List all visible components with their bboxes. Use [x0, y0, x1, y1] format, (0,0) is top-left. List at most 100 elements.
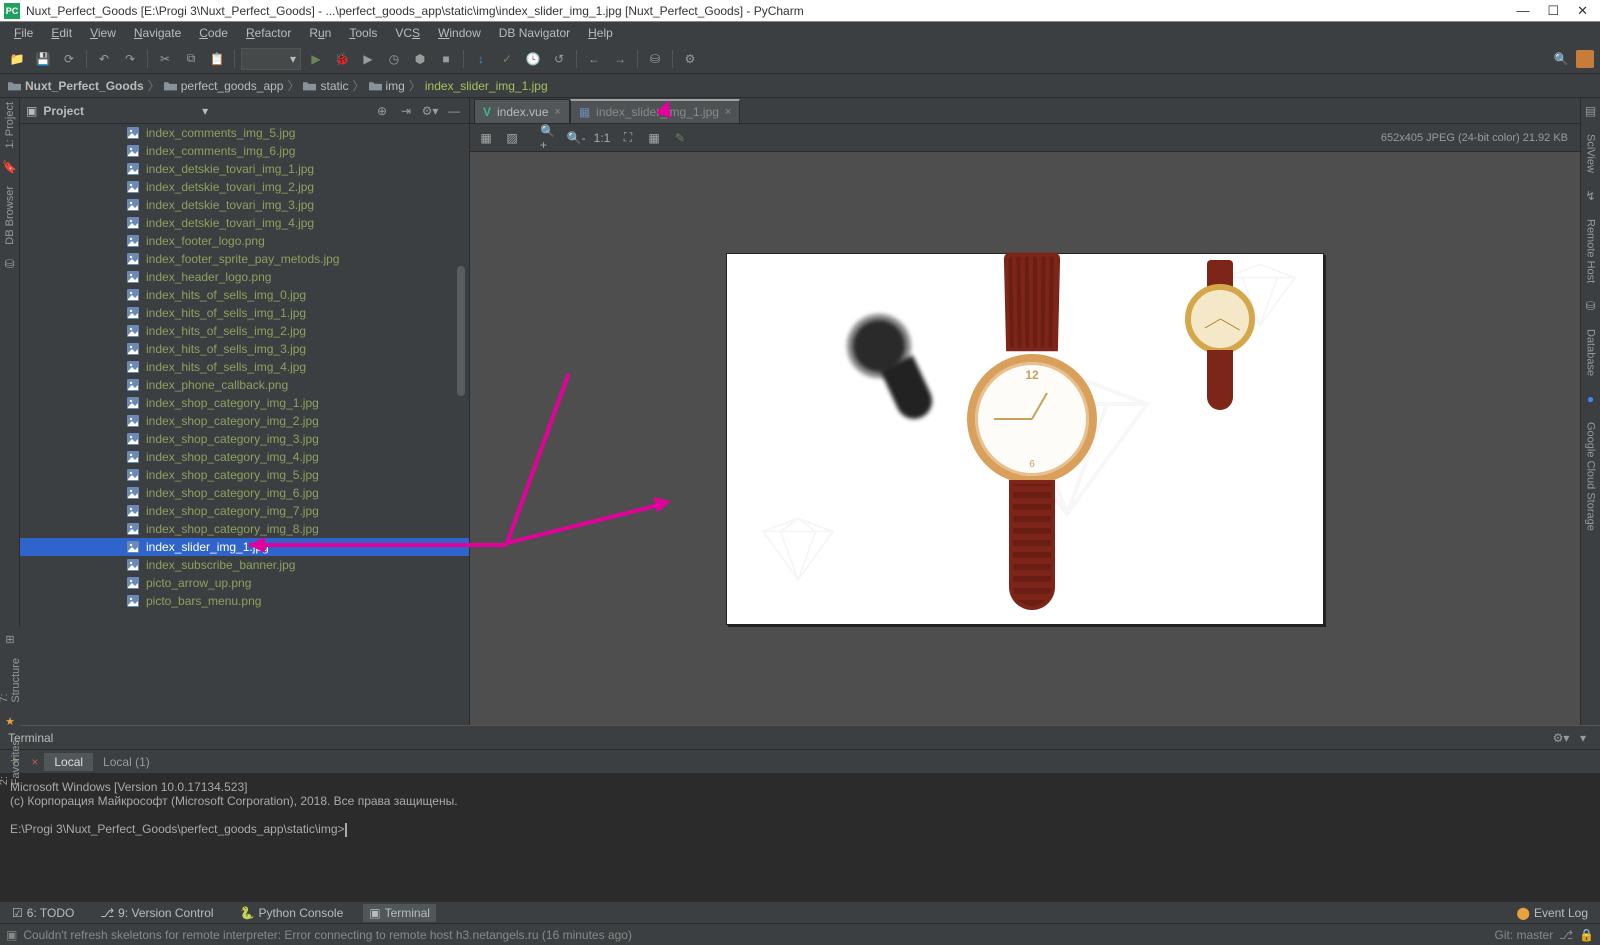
- tree-file-item[interactable]: index_shop_category_img_6.jpg: [20, 484, 469, 502]
- close-window-button[interactable]: ✕: [1577, 3, 1588, 19]
- structure-icon[interactable]: ⊞: [5, 633, 14, 646]
- tree-file-item[interactable]: index_detskie_tovari_img_3.jpg: [20, 196, 469, 214]
- tree-file-item[interactable]: index_footer_logo.png: [20, 232, 469, 250]
- tree-file-item[interactable]: index_comments_img_6.jpg: [20, 142, 469, 160]
- debug-icon[interactable]: 🐞: [331, 48, 353, 70]
- tool-remotehost[interactable]: Remote Host: [1585, 219, 1597, 283]
- db-console-icon[interactable]: ⛁: [644, 48, 666, 70]
- white-bg-icon[interactable]: ▨: [502, 128, 522, 148]
- tree-file-item[interactable]: picto_arrow_up.png: [20, 574, 469, 592]
- copy-icon[interactable]: ⧉: [180, 48, 202, 70]
- tool-todo[interactable]: ☑6: TODO: [6, 904, 80, 922]
- tool-dbbrowser[interactable]: DB Browser: [4, 186, 16, 245]
- tree-file-item[interactable]: index_footer_sprite_pay_metods.jpg: [20, 250, 469, 268]
- profile-icon[interactable]: ◷: [383, 48, 405, 70]
- settings-gear-icon[interactable]: ⚙▾: [421, 102, 439, 120]
- tree-file-item[interactable]: index_shop_category_img_3.jpg: [20, 430, 469, 448]
- tree-file-item[interactable]: index_shop_category_img_2.jpg: [20, 412, 469, 430]
- tool-version-control[interactable]: ⎇9: Version Control: [94, 904, 219, 922]
- tree-file-item[interactable]: index_phone_callback.png: [20, 376, 469, 394]
- remote-icon[interactable]: ↯: [1585, 189, 1595, 203]
- tree-file-item[interactable]: index_detskie_tovari_img_4.jpg: [20, 214, 469, 232]
- tool-python-console[interactable]: 🐍Python Console: [234, 904, 350, 922]
- terminal-tab-local1[interactable]: Local (1): [93, 753, 160, 771]
- tab-index-vue[interactable]: V index.vue ×: [474, 99, 570, 123]
- gcloud-icon[interactable]: ●: [1587, 392, 1594, 406]
- breadcrumb-root[interactable]: Nuxt_Perfect_Goods: [8, 79, 144, 93]
- transparent-bg-icon[interactable]: ▦: [476, 128, 496, 148]
- vcs-history-icon[interactable]: 🕓: [522, 48, 544, 70]
- tree-file-item[interactable]: index_subscribe_banner.jpg: [20, 556, 469, 574]
- color-picker-icon[interactable]: ✎: [670, 128, 690, 148]
- maximize-button[interactable]: ☐: [1547, 3, 1559, 19]
- menu-view[interactable]: View: [82, 24, 124, 42]
- vcs-update-icon[interactable]: ↓: [470, 48, 492, 70]
- tree-file-item[interactable]: index_shop_category_img_5.jpg: [20, 466, 469, 484]
- tool-terminal[interactable]: ▣Terminal: [363, 904, 436, 922]
- bookmark-icon[interactable]: 🔖: [2, 160, 17, 174]
- vcs-revert-icon[interactable]: ↺: [548, 48, 570, 70]
- menu-vcs[interactable]: VCS: [387, 24, 428, 42]
- tree-file-item[interactable]: index_slider_img_1.jpg: [20, 538, 469, 556]
- tree-file-item[interactable]: index_shop_category_img_1.jpg: [20, 394, 469, 412]
- hide-icon[interactable]: —: [445, 102, 463, 120]
- stop-icon[interactable]: ■: [435, 48, 457, 70]
- zoom-out-icon[interactable]: 🔍-: [566, 128, 586, 148]
- back-icon[interactable]: ←: [583, 48, 605, 70]
- terminal-hide-icon[interactable]: ▾: [1574, 729, 1592, 747]
- tree-file-item[interactable]: index_header_logo.png: [20, 268, 469, 286]
- tree-file-item[interactable]: index_shop_category_img_4.jpg: [20, 448, 469, 466]
- open-icon[interactable]: 📁: [6, 48, 28, 70]
- forward-icon[interactable]: →: [609, 48, 631, 70]
- project-tree[interactable]: index_comments_img_5.jpgindex_comments_i…: [20, 124, 469, 725]
- minimize-button[interactable]: —: [1516, 3, 1529, 19]
- menu-edit[interactable]: Edit: [43, 24, 80, 42]
- menu-navigate[interactable]: Navigate: [126, 24, 189, 42]
- zoom-actual-icon[interactable]: 1:1: [592, 128, 612, 148]
- vcs-commit-icon[interactable]: ✓: [496, 48, 518, 70]
- paste-icon[interactable]: 📋: [206, 48, 228, 70]
- tree-file-item[interactable]: index_hits_of_sells_img_0.jpg: [20, 286, 469, 304]
- menu-run[interactable]: Run: [301, 24, 339, 42]
- tool-project[interactable]: 1: Project: [4, 102, 16, 148]
- tree-file-item[interactable]: index_hits_of_sells_img_2.jpg: [20, 322, 469, 340]
- zoom-in-icon[interactable]: 🔍+: [540, 128, 560, 148]
- breadcrumb-current[interactable]: index_slider_img_1.jpg: [425, 79, 548, 93]
- tree-file-item[interactable]: index_shop_category_img_7.jpg: [20, 502, 469, 520]
- zoom-fit-icon[interactable]: ⛶: [618, 128, 638, 148]
- tool-gcloud[interactable]: Google Cloud Storage: [1585, 422, 1597, 531]
- tool-database[interactable]: Database: [1585, 329, 1597, 376]
- menu-file[interactable]: FFileile: [6, 24, 41, 42]
- menu-window[interactable]: Window: [430, 24, 489, 42]
- tree-file-item[interactable]: index_detskie_tovari_img_2.jpg: [20, 178, 469, 196]
- collapse-icon[interactable]: ⇥: [397, 102, 415, 120]
- scrollbar[interactable]: [457, 266, 465, 396]
- tree-file-item[interactable]: index_hits_of_sells_img_4.jpg: [20, 358, 469, 376]
- sciview-icon[interactable]: ▤: [1585, 104, 1596, 118]
- concurrency-icon[interactable]: ⬢: [409, 48, 431, 70]
- tool-structure[interactable]: 7: Structure: [0, 658, 22, 703]
- redo-icon[interactable]: ↷: [119, 48, 141, 70]
- save-all-icon[interactable]: 💾: [32, 48, 54, 70]
- search-everywhere-icon[interactable]: 🔍: [1550, 48, 1572, 70]
- undo-icon[interactable]: ↶: [93, 48, 115, 70]
- tree-file-item[interactable]: index_comments_img_5.jpg: [20, 124, 469, 142]
- menu-tools[interactable]: Tools: [341, 24, 385, 42]
- sync-icon[interactable]: ⟳: [58, 48, 80, 70]
- status-git-branch[interactable]: Git: master⎇🔒: [1495, 928, 1594, 942]
- tool-sciview[interactable]: SciView: [1585, 134, 1597, 173]
- menu-help[interactable]: Help: [580, 24, 621, 42]
- close-tab-icon[interactable]: ×: [725, 106, 731, 118]
- breadcrumb-item[interactable]: img: [369, 79, 405, 93]
- locate-icon[interactable]: ⊕: [373, 102, 391, 120]
- project-view-icon[interactable]: ▣: [26, 104, 37, 118]
- database-icon[interactable]: ⛁: [1585, 299, 1595, 313]
- tool-event-log[interactable]: ⬤Event Log: [1511, 904, 1594, 922]
- db-icon[interactable]: ⛁: [4, 257, 14, 271]
- user-avatar[interactable]: [1576, 50, 1594, 68]
- coverage-icon[interactable]: ▶: [357, 48, 379, 70]
- cut-icon[interactable]: ✂: [154, 48, 176, 70]
- terminal-tab-local[interactable]: Local: [44, 753, 93, 771]
- image-canvas[interactable]: 126: [470, 152, 1580, 725]
- tree-file-item[interactable]: index_hits_of_sells_img_1.jpg: [20, 304, 469, 322]
